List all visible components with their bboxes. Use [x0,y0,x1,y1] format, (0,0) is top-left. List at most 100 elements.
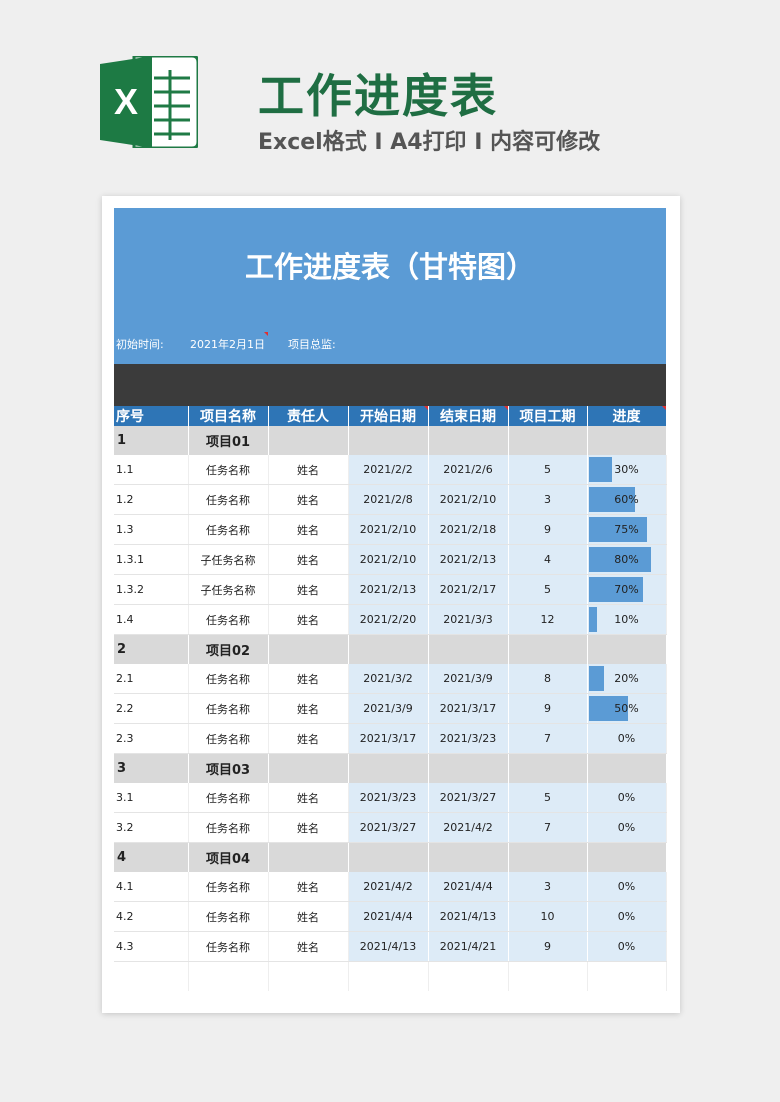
duration-cell[interactable]: 9 [508,931,588,962]
column-header-no[interactable]: 序号 [114,406,189,426]
task-name-cell[interactable]: 任务名称 [188,514,269,545]
progress-cell[interactable]: 70% [587,574,667,605]
owner-cell[interactable]: 姓名 [268,664,349,694]
empty-cell[interactable] [428,961,509,991]
task-number-cell[interactable]: 1.3.1 [114,544,189,575]
start-date-cell[interactable]: 2021/2/2 [348,455,429,485]
empty-cell[interactable] [428,753,509,783]
owner-cell[interactable]: 姓名 [268,604,349,635]
group-number-cell[interactable]: 3 [114,753,189,783]
task-name-cell[interactable]: 子任务名称 [188,544,269,575]
progress-cell[interactable]: 50% [587,693,667,724]
duration-cell[interactable]: 7 [508,812,588,843]
end-date-cell[interactable]: 2021/2/17 [428,574,509,605]
owner-cell[interactable]: 姓名 [268,544,349,575]
end-date-cell[interactable]: 2021/2/18 [428,514,509,545]
task-number-cell[interactable]: 1.3.2 [114,574,189,605]
progress-cell[interactable]: 30% [587,455,667,485]
task-number-cell[interactable]: 2.3 [114,723,189,754]
task-name-cell[interactable]: 任务名称 [188,931,269,962]
start-date-cell[interactable]: 2021/2/20 [348,604,429,635]
empty-cell[interactable] [268,753,349,783]
duration-cell[interactable]: 8 [508,664,588,694]
task-name-cell[interactable]: 任务名称 [188,664,269,694]
task-number-cell[interactable]: 1.4 [114,604,189,635]
task-name-cell[interactable]: 任务名称 [188,484,269,515]
group-number-cell[interactable]: 2 [114,634,189,664]
duration-cell[interactable]: 9 [508,693,588,724]
owner-cell[interactable]: 姓名 [268,812,349,843]
task-name-cell[interactable]: 任务名称 [188,693,269,724]
task-name-cell[interactable]: 任务名称 [188,783,269,813]
empty-cell[interactable] [348,426,429,455]
empty-cell[interactable] [348,842,429,872]
progress-cell[interactable]: 20% [587,664,667,694]
task-name-cell[interactable]: 任务名称 [188,455,269,485]
progress-cell[interactable]: 60% [587,484,667,515]
end-date-cell[interactable]: 2021/3/27 [428,783,509,813]
start-date-cell[interactable]: 2021/4/4 [348,901,429,932]
task-name-cell[interactable]: 子任务名称 [188,574,269,605]
end-date-cell[interactable]: 2021/2/10 [428,484,509,515]
owner-cell[interactable]: 姓名 [268,931,349,962]
task-name-cell[interactable]: 任务名称 [188,812,269,843]
start-date-cell[interactable]: 2021/3/17 [348,723,429,754]
task-number-cell[interactable]: 1.1 [114,455,189,485]
progress-cell[interactable]: 0% [587,872,667,902]
end-date-cell[interactable]: 2021/2/6 [428,455,509,485]
end-date-cell[interactable]: 2021/3/17 [428,693,509,724]
duration-cell[interactable]: 10 [508,901,588,932]
empty-cell[interactable] [508,842,588,872]
empty-cell[interactable] [587,634,667,664]
progress-cell[interactable]: 75% [587,514,667,545]
task-number-cell[interactable]: 1.2 [114,484,189,515]
task-number-cell[interactable]: 2.1 [114,664,189,694]
group-name-cell[interactable]: 项目03 [188,753,269,783]
group-number-cell[interactable]: 4 [114,842,189,872]
start-time-value[interactable]: 2021年2月1日 [190,336,265,352]
empty-cell[interactable] [188,961,269,991]
empty-cell[interactable] [348,753,429,783]
empty-cell[interactable] [508,961,588,991]
task-number-cell[interactable]: 3.1 [114,783,189,813]
duration-cell[interactable]: 7 [508,723,588,754]
empty-cell[interactable] [508,753,588,783]
empty-cell[interactable] [428,426,509,455]
owner-cell[interactable]: 姓名 [268,901,349,932]
owner-cell[interactable]: 姓名 [268,574,349,605]
empty-cell[interactable] [587,426,667,455]
duration-cell[interactable]: 9 [508,514,588,545]
column-header-name[interactable]: 项目名称 [188,406,269,426]
duration-cell[interactable]: 12 [508,604,588,635]
progress-cell[interactable]: 0% [587,783,667,813]
start-date-cell[interactable]: 2021/3/23 [348,783,429,813]
empty-cell[interactable] [508,426,588,455]
progress-cell[interactable]: 0% [587,901,667,932]
progress-cell[interactable]: 0% [587,812,667,843]
column-header-start[interactable]: 开始日期 [348,406,429,426]
end-date-cell[interactable]: 2021/2/13 [428,544,509,575]
owner-cell[interactable]: 姓名 [268,783,349,813]
task-name-cell[interactable]: 任务名称 [188,872,269,902]
progress-cell[interactable]: 80% [587,544,667,575]
duration-cell[interactable]: 5 [508,783,588,813]
column-header-duration[interactable]: 项目工期 [508,406,588,426]
task-number-cell[interactable]: 2.2 [114,693,189,724]
owner-cell[interactable]: 姓名 [268,455,349,485]
duration-cell[interactable]: 4 [508,544,588,575]
start-date-cell[interactable]: 2021/3/27 [348,812,429,843]
start-date-cell[interactable]: 2021/4/2 [348,872,429,902]
group-name-cell[interactable]: 项目02 [188,634,269,664]
owner-cell[interactable]: 姓名 [268,514,349,545]
start-date-cell[interactable]: 2021/2/10 [348,544,429,575]
empty-cell[interactable] [428,634,509,664]
start-date-cell[interactable]: 2021/4/13 [348,931,429,962]
owner-cell[interactable]: 姓名 [268,723,349,754]
duration-cell[interactable]: 5 [508,574,588,605]
task-number-cell[interactable]: 1.3 [114,514,189,545]
end-date-cell[interactable]: 2021/4/21 [428,931,509,962]
empty-cell[interactable] [428,842,509,872]
task-number-cell[interactable]: 4.1 [114,872,189,902]
group-name-cell[interactable]: 项目01 [188,426,269,455]
end-date-cell[interactable]: 2021/3/23 [428,723,509,754]
